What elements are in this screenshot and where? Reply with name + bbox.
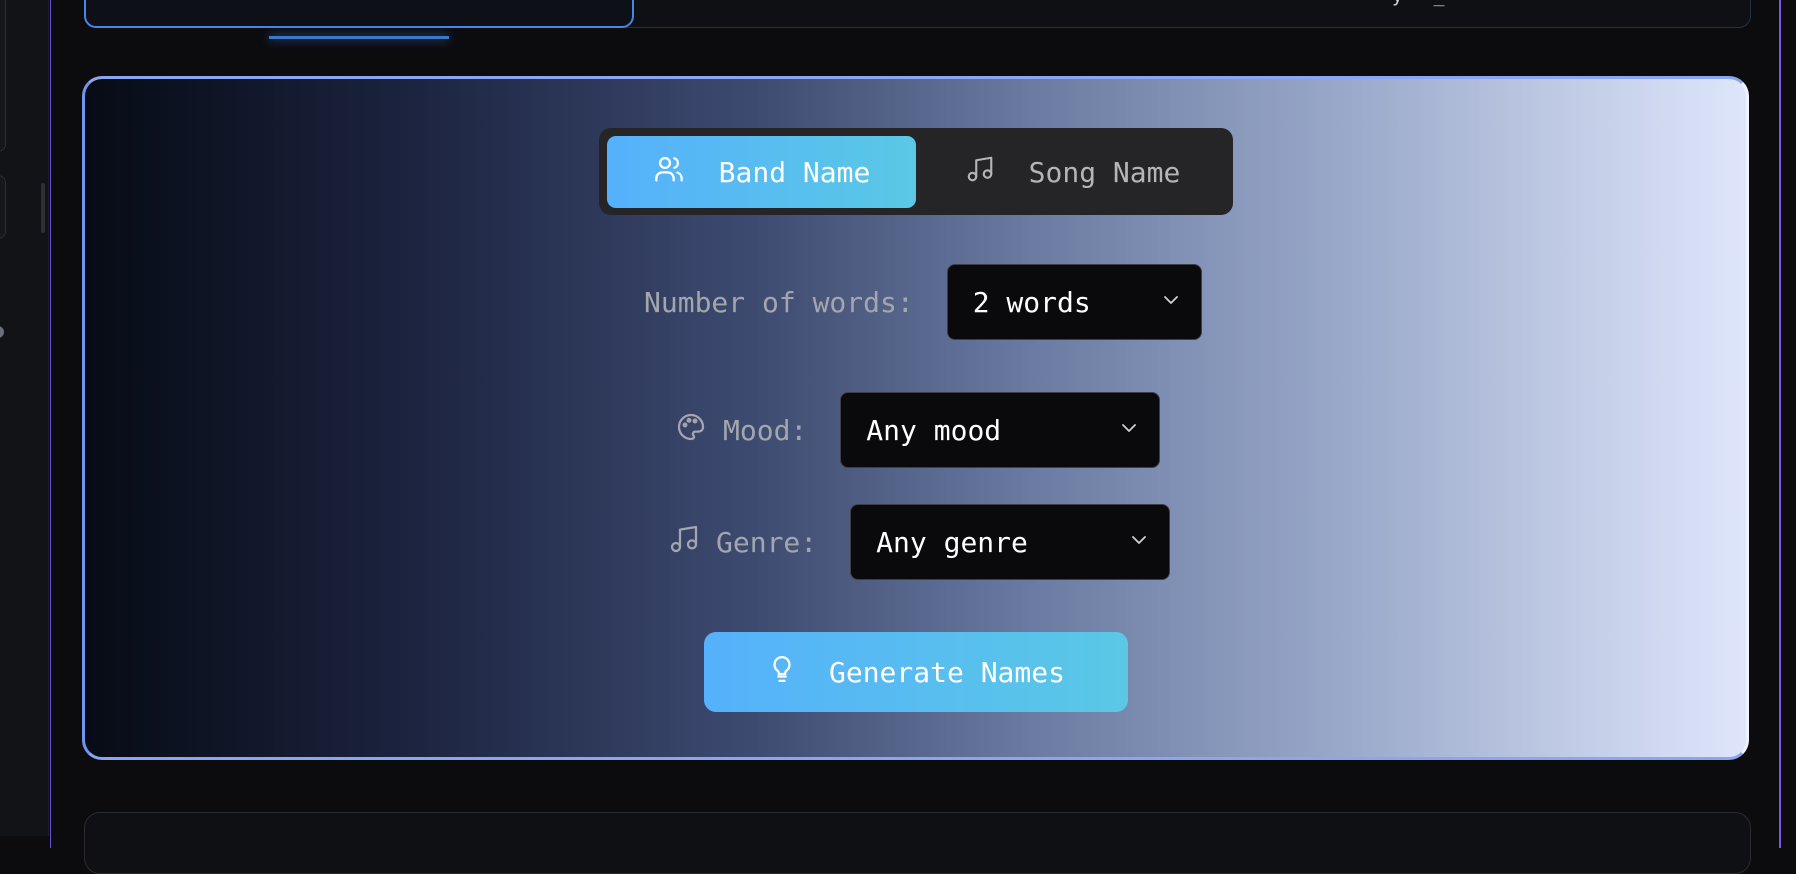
genre-label: Genre: [716,525,818,559]
tab-band-name[interactable]: Band Name [607,136,916,208]
tab-song-name[interactable]: Song Name [920,136,1225,208]
palette-icon [675,411,707,450]
word-count-select[interactable]: 2 words [946,264,1202,340]
active-tab-indicator [269,36,449,39]
chevron-down-icon [1159,286,1183,319]
mood-row: Mood: Any mood [675,392,1161,468]
mood-label-group: Mood: [675,411,807,450]
results-panel [84,812,1751,874]
generate-names-button[interactable]: Generate Names [704,632,1128,712]
mood-label: Mood: [723,413,808,447]
lightbulb-icon [767,653,797,692]
top-active-tab[interactable] [84,0,634,28]
genre-value: Any genre [876,525,1028,559]
word-count-label: Number of words: [644,285,914,319]
generate-names-label: Generate Names [828,655,1065,689]
tab-band-name-label: Band Name [718,155,871,189]
music-note-icon [668,523,700,562]
sidebar-panel-button[interactable] [0,0,6,152]
sidebar-panel-button[interactable] [0,175,6,239]
word-count-value: 2 words [972,285,1091,319]
tab-song-name-label: Song Name [1028,155,1181,189]
music-note-icon [965,154,995,191]
mood-select[interactable]: Any mood [840,392,1161,468]
users-icon [653,153,685,192]
mode-toggle: Band Name Song Name [599,128,1233,215]
left-sidebar [0,0,49,836]
genre-row: Genre: Any genre [668,504,1171,580]
chevron-down-icon [1117,414,1141,447]
genre-label-group: Genre: [668,523,817,562]
top-bar-text: y _ [1392,0,1455,7]
mood-value: Any mood [866,413,1002,447]
resize-handle[interactable] [41,183,45,233]
sidebar-indicator [0,326,4,338]
chevron-down-icon [1127,526,1151,559]
genre-select[interactable]: Any genre [850,504,1171,580]
word-count-row: Number of words: 2 words [644,264,1202,340]
